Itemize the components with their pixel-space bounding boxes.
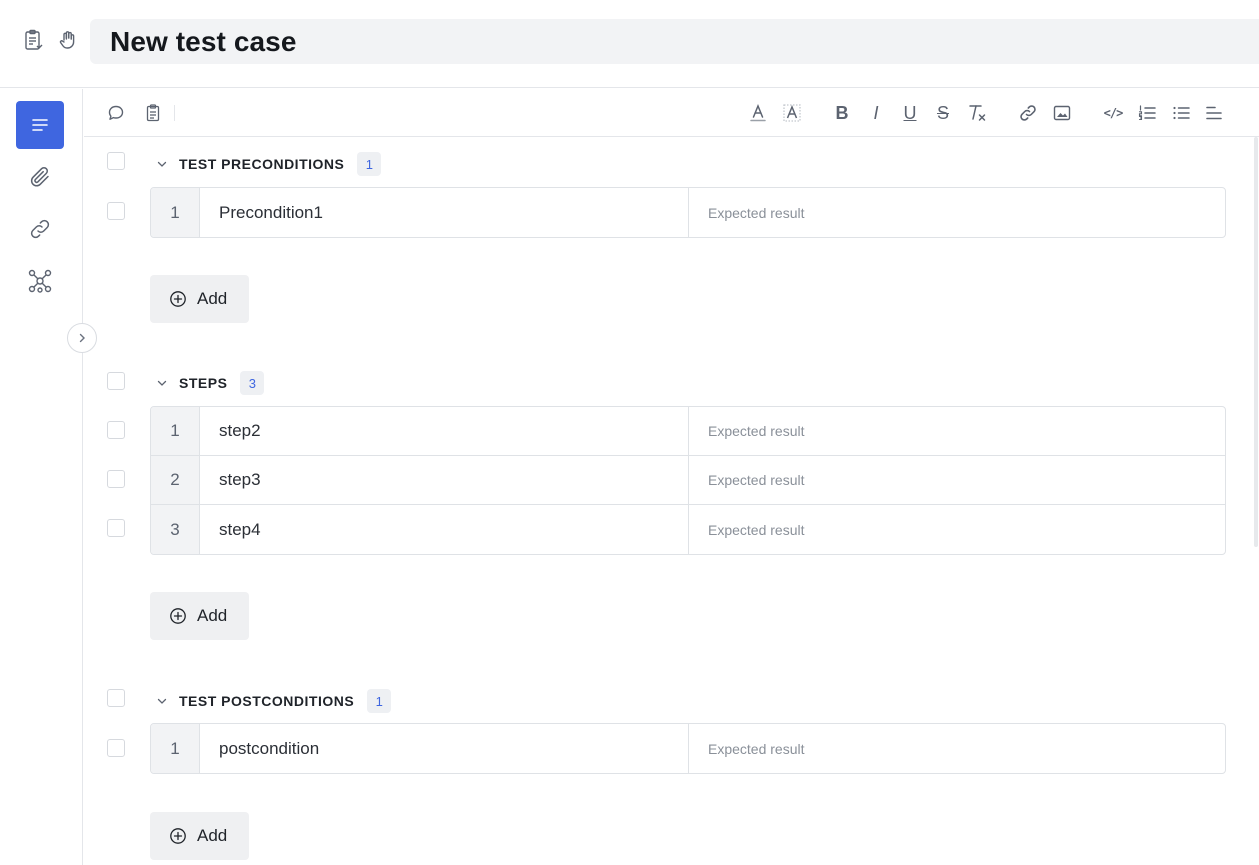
row-checkbox[interactable] — [107, 519, 125, 537]
table-row[interactable]: 3 step4 Expected result — [151, 505, 1225, 554]
step-field[interactable]: step4 — [200, 505, 689, 554]
rail-links-button[interactable] — [16, 205, 64, 253]
step-field[interactable]: step3 — [200, 456, 689, 504]
list-icon — [30, 115, 50, 135]
rail-attachments-button[interactable] — [16, 153, 64, 201]
step-field[interactable]: Precondition1 — [200, 188, 689, 237]
count-badge: 1 — [367, 689, 392, 713]
editor-toolbar: B I U S </> — [84, 89, 1259, 137]
row-checkbox[interactable] — [107, 202, 125, 220]
row-number: 2 — [151, 456, 200, 504]
chevron-down-icon[interactable] — [155, 694, 169, 708]
section-title: STEPS — [179, 375, 228, 391]
row-number: 3 — [151, 505, 200, 554]
row-number: 1 — [151, 407, 200, 455]
postconditions-table: 1 postcondition Expected result — [150, 723, 1226, 774]
section-title: TEST POSTCONDITIONS — [179, 693, 355, 709]
underline-icon[interactable]: U — [898, 101, 922, 125]
clipboard-list-icon[interactable] — [21, 28, 45, 52]
toolbar-separator — [174, 105, 175, 121]
count-badge: 1 — [357, 152, 382, 176]
clipboard-icon[interactable] — [141, 101, 165, 125]
bold-icon[interactable]: B — [830, 101, 854, 125]
scrollbar[interactable] — [1254, 137, 1258, 547]
row-checkbox[interactable] — [107, 470, 125, 488]
expected-result-field[interactable]: Expected result — [689, 188, 1225, 237]
add-label: Add — [197, 606, 228, 625]
chevron-down-icon[interactable] — [155, 157, 169, 171]
collapse-rail-button[interactable] — [67, 323, 97, 353]
step-field[interactable]: step2 — [200, 407, 689, 455]
network-icon — [27, 268, 53, 294]
rail-relations-button[interactable] — [16, 257, 64, 305]
plus-circle-icon — [169, 290, 197, 308]
table-row[interactable]: 2 step3 Expected result — [151, 456, 1225, 505]
left-rail — [0, 89, 83, 865]
add-step-button[interactable]: Add — [150, 592, 249, 640]
preconditions-table: 1 Precondition1 Expected result — [150, 187, 1226, 238]
steps-table: 1 step2 Expected result 2 step3 Expected… — [150, 406, 1226, 555]
add-precondition-button[interactable]: Add — [150, 275, 249, 323]
count-badge: 3 — [240, 371, 265, 395]
expected-result-field[interactable]: Expected result — [689, 505, 1225, 554]
chevron-down-icon[interactable] — [155, 376, 169, 390]
row-number: 1 — [151, 188, 200, 237]
table-row[interactable]: 1 step2 Expected result — [151, 407, 1225, 456]
table-row[interactable]: 1 Precondition1 Expected result — [151, 188, 1225, 237]
header: New test case — [0, 0, 1259, 88]
preconditions-select-all-checkbox[interactable] — [107, 152, 125, 170]
title-field[interactable]: New test case — [90, 19, 1259, 64]
ordered-list-icon[interactable] — [1135, 101, 1159, 125]
chevron-right-icon — [76, 332, 88, 344]
add-postcondition-button[interactable]: Add — [150, 812, 249, 860]
text-color-icon[interactable] — [746, 101, 770, 125]
code-icon[interactable]: </> — [1101, 101, 1125, 125]
plus-circle-icon — [169, 607, 197, 625]
row-checkbox[interactable] — [107, 739, 125, 757]
steps-select-all-checkbox[interactable] — [107, 372, 125, 390]
link-icon[interactable] — [1016, 101, 1040, 125]
postconditions-select-all-checkbox[interactable] — [107, 689, 125, 707]
clear-format-icon[interactable] — [965, 101, 989, 125]
align-icon[interactable] — [1202, 101, 1226, 125]
italic-icon[interactable]: I — [864, 101, 888, 125]
link-icon — [28, 217, 52, 241]
add-label: Add — [197, 826, 228, 845]
expected-result-field[interactable]: Expected result — [689, 724, 1225, 773]
add-label: Add — [197, 289, 228, 308]
row-checkbox[interactable] — [107, 421, 125, 439]
highlight-icon[interactable] — [780, 101, 804, 125]
postconditions-section-header[interactable]: TEST POSTCONDITIONS 1 — [155, 689, 392, 713]
plus-circle-icon — [169, 827, 197, 845]
steps-section-header[interactable]: STEPS 3 — [155, 371, 265, 395]
paperclip-icon — [28, 165, 52, 189]
image-icon[interactable] — [1050, 101, 1074, 125]
preconditions-section-header[interactable]: TEST PRECONDITIONS 1 — [155, 152, 382, 176]
hand-icon[interactable] — [56, 28, 80, 52]
step-field[interactable]: postcondition — [200, 724, 689, 773]
comment-icon[interactable] — [104, 101, 128, 125]
section-title: TEST PRECONDITIONS — [179, 156, 345, 172]
bullet-list-icon[interactable] — [1169, 101, 1193, 125]
table-row[interactable]: 1 postcondition Expected result — [151, 724, 1225, 773]
expected-result-field[interactable]: Expected result — [689, 456, 1225, 504]
rail-steps-button[interactable] — [16, 101, 64, 149]
row-number: 1 — [151, 724, 200, 773]
expected-result-field[interactable]: Expected result — [689, 407, 1225, 455]
strikethrough-icon[interactable]: S — [931, 101, 955, 125]
page-title[interactable]: New test case — [110, 26, 297, 58]
